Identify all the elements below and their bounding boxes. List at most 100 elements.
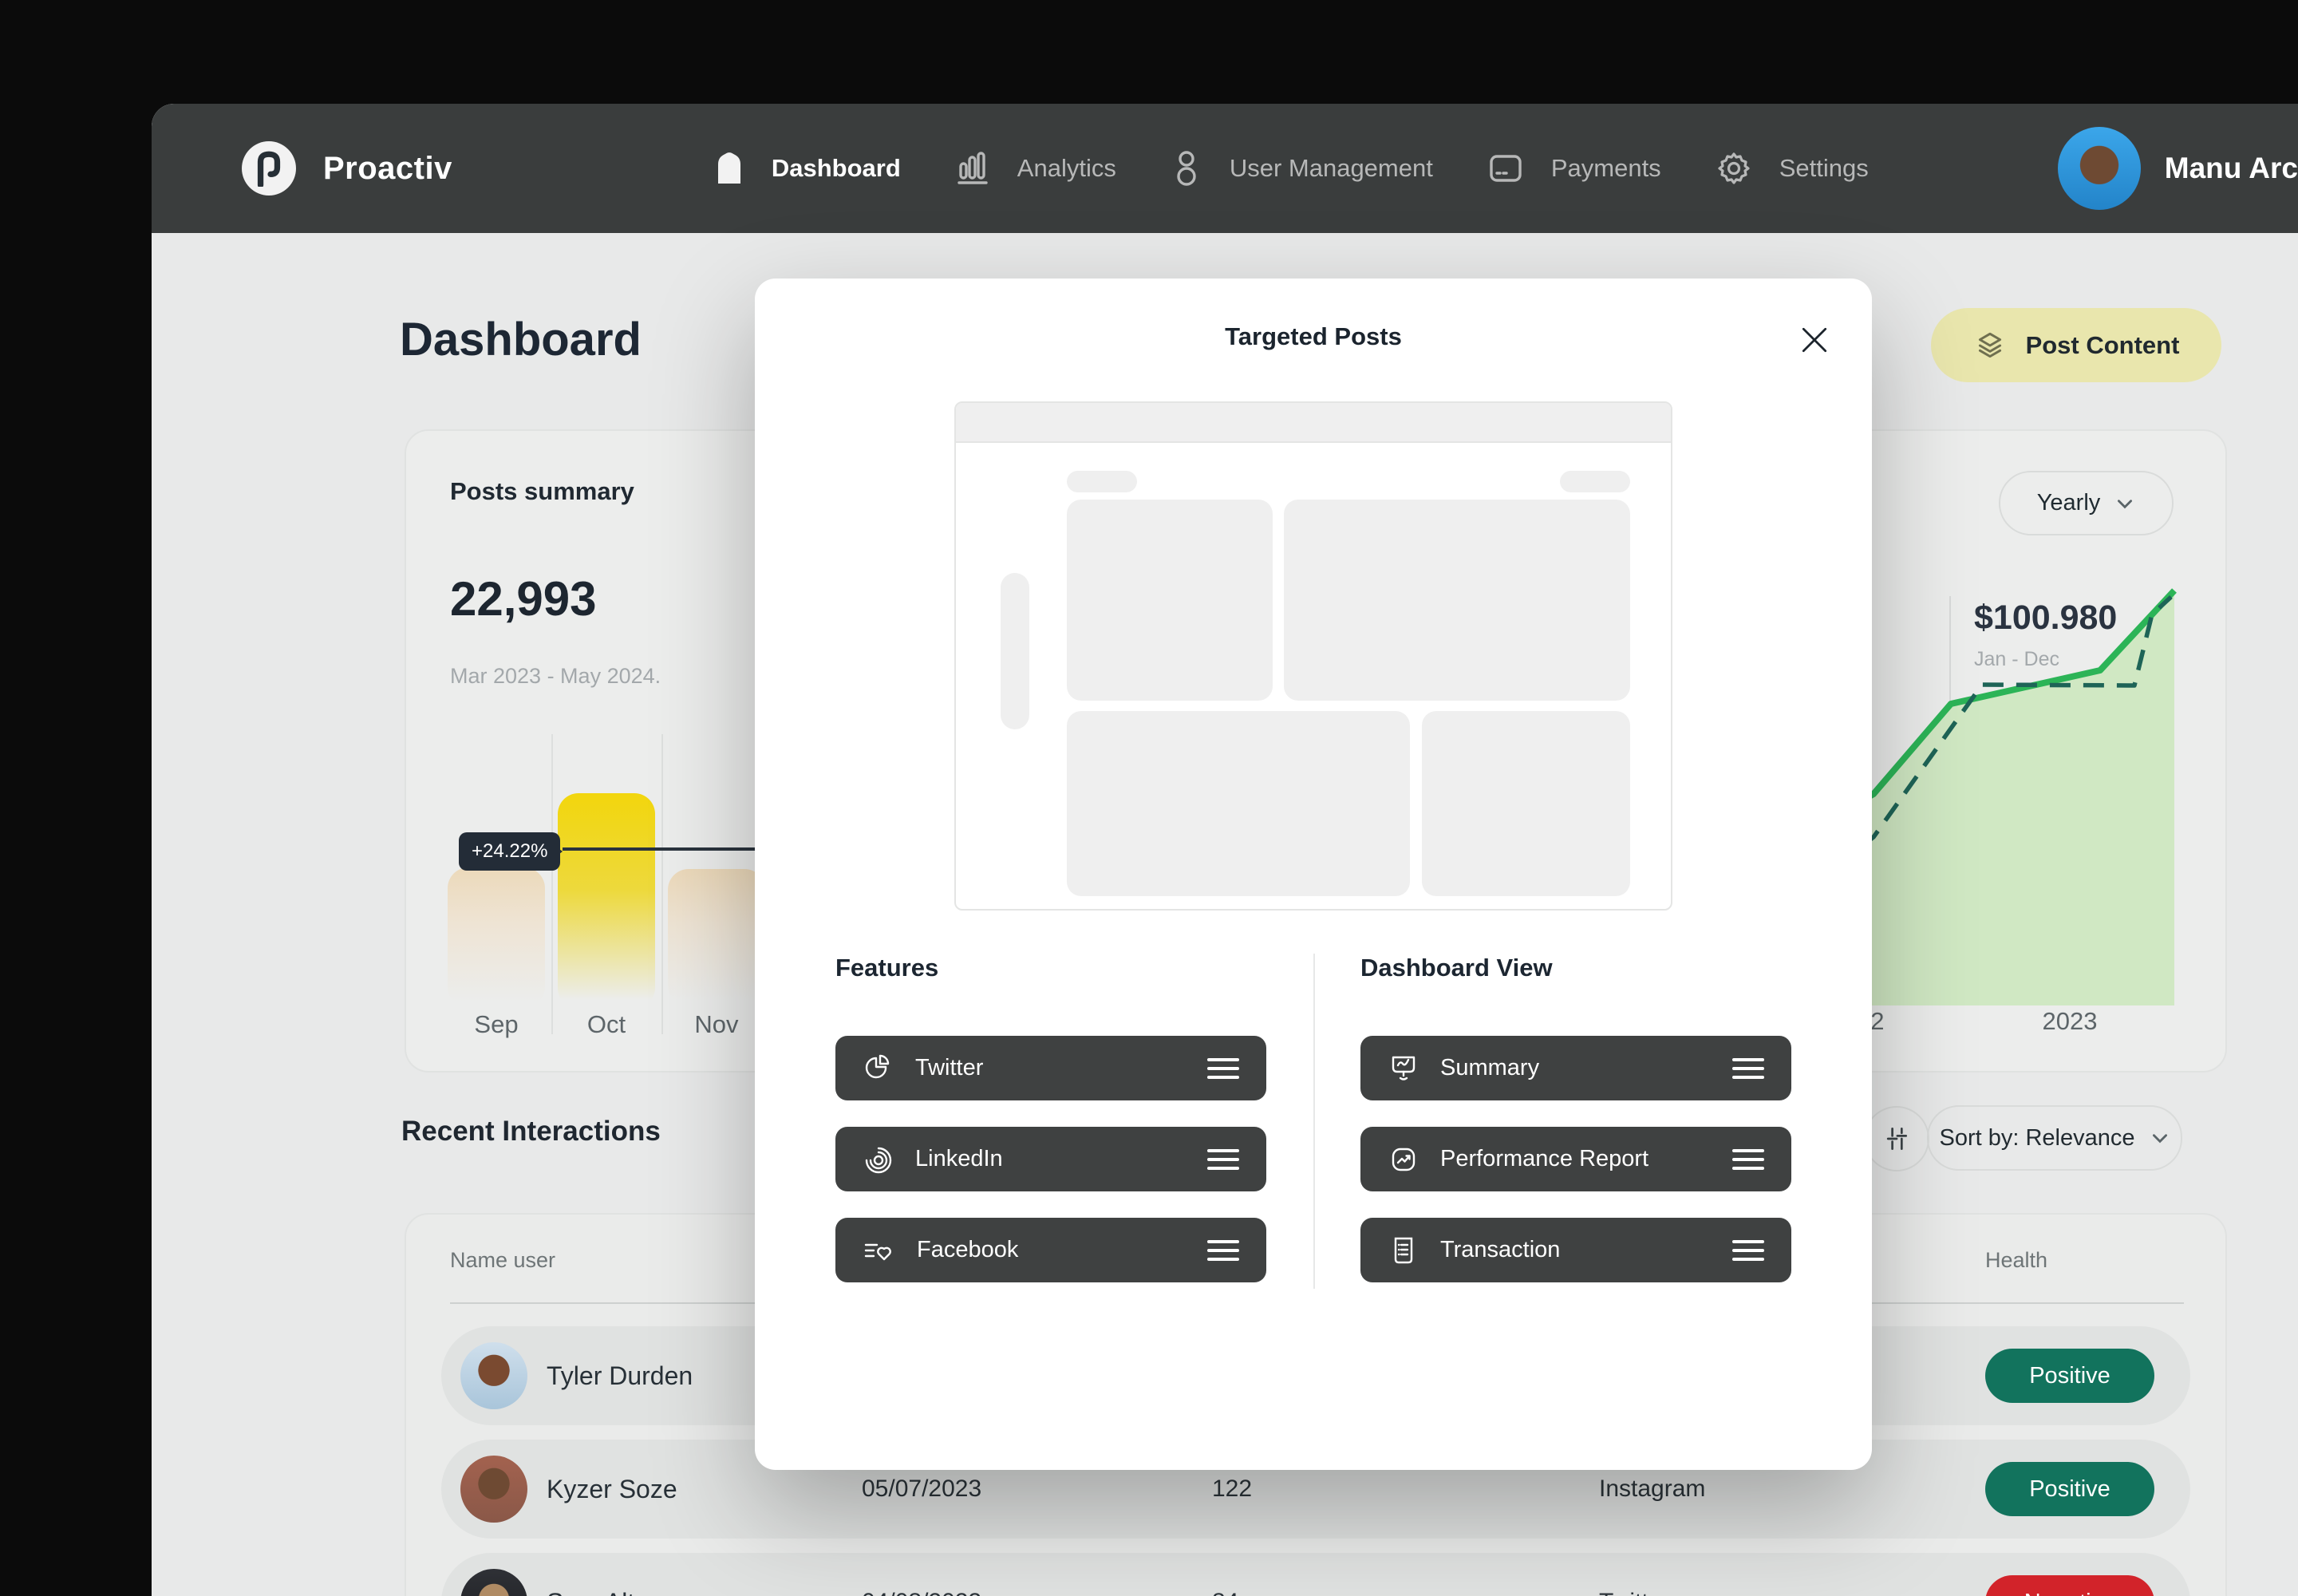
list-heart-icon [863,1235,896,1266]
preview-panel [1067,711,1410,896]
bar-chart-icon [957,151,989,186]
drag-item-label: Facebook [917,1237,1018,1263]
gear-icon [1717,152,1751,185]
column-divider [1313,954,1315,1289]
post-content-button[interactable]: Post Content [1931,308,2221,382]
features-title: Features [835,954,938,982]
row-date: 04/08/2023 [862,1589,981,1596]
nav-label: Dashboard [772,154,901,183]
trend-icon [1388,1144,1419,1175]
chart-gridline [661,734,663,1034]
nav-item-payments[interactable]: Payments [1489,154,1661,183]
row-name: Sam Altman [547,1588,685,1596]
page-title: Dashboard [400,313,642,366]
revenue-range: Jan - Dec [1974,648,2059,671]
home-icon [716,152,743,185]
chart-gridline [551,734,553,1034]
view-item-summary[interactable]: Summary [1360,1036,1791,1100]
preview-sidebar [1001,573,1029,729]
posts-summary-title: Posts summary [450,477,634,506]
bar-oct[interactable] [558,793,655,1009]
spiral-icon [863,1144,894,1175]
presentation-icon [1388,1053,1419,1084]
brand-name: Proactiv [323,151,452,187]
chart-tooltip: +24.22% [459,832,560,871]
row-name: Tyler Durden [547,1361,693,1391]
health-badge: Positive [1985,1462,2154,1516]
logo-glyph-icon [254,150,284,187]
avatar [460,1342,527,1409]
pie-chart-icon [863,1053,894,1084]
posts-summary-range: Mar 2023 - May 2024. [450,664,661,689]
proactiv-logo [242,141,296,196]
bar-nov[interactable] [668,869,765,1006]
preview-header-bar [956,403,1671,443]
nav-item-analytics[interactable]: Analytics [957,151,1116,186]
table-row[interactable]: Sam Altman 04/08/2023 84 Twitter Negativ… [441,1553,2190,1596]
view-item-performance-report[interactable]: Performance Report [1360,1127,1791,1191]
row-date: 05/07/2023 [862,1476,981,1503]
row-views: 122 [1212,1476,1252,1503]
drag-handle-icon[interactable] [1732,1240,1764,1261]
sort-value: Sort by: Relevance [1939,1125,2134,1152]
period-dropdown[interactable]: Yearly [1999,471,2174,535]
preview-pill [1067,471,1137,492]
revenue-amount: $100.980 [1974,598,2117,638]
drag-item-label: Twitter [915,1055,983,1081]
row-platform: Instagram [1599,1476,1705,1503]
health-badge: Negative [1985,1575,2154,1596]
nav-items: Dashboard Analytics [716,150,1869,187]
sort-dropdown[interactable]: Sort by: Relevance [1927,1105,2182,1171]
nav-item-dashboard[interactable]: Dashboard [716,152,901,185]
layers-icon [1973,329,2007,362]
row-name: Kyzer Soze [547,1475,677,1504]
modal-title: Targeted Posts [755,322,1872,351]
views-title: Dashboard View [1360,954,1553,982]
targeted-posts-modal: Targeted Posts Features Dashboard View [755,279,1872,1470]
row-platform: Twitter [1599,1589,1669,1596]
avatar [460,1456,527,1523]
drag-item-label: Transaction [1440,1237,1560,1263]
close-icon[interactable] [1797,322,1832,358]
nav-label: Analytics [1017,154,1116,183]
drag-handle-icon[interactable] [1732,1058,1764,1079]
filter-button[interactable] [1864,1106,1929,1171]
drag-item-label: LinkedIn [915,1146,1003,1172]
drag-handle-icon[interactable] [1732,1149,1764,1170]
credit-card-icon [1489,154,1522,183]
nav-item-user-management[interactable]: User Management [1172,150,1433,187]
health-badge: Positive [1985,1349,2154,1403]
user-avatar[interactable] [2058,127,2141,210]
chevron-down-icon [2150,1128,2170,1148]
dashboard-preview [954,401,1672,911]
top-navbar: Proactiv Dashboard [152,104,2298,233]
feature-item-linkedin[interactable]: LinkedIn [835,1127,1266,1191]
drag-item-label: Performance Report [1440,1146,1648,1172]
row-views: 84 [1212,1589,1238,1596]
preview-panel [1422,711,1630,896]
drag-handle-icon[interactable] [1207,1240,1239,1261]
feature-item-facebook[interactable]: Facebook [835,1218,1266,1282]
user-name: Manu Arc [2165,152,2298,185]
preview-pill [1560,471,1630,492]
sliders-icon [1882,1124,1911,1153]
column-header-health: Health [1985,1248,2047,1273]
posts-summary-value: 22,993 [450,571,597,626]
nav-user[interactable]: Manu Arc [2058,127,2298,210]
feature-item-twitter[interactable]: Twitter [835,1036,1266,1100]
bar-sep[interactable] [448,867,545,1008]
post-content-label: Post Content [2026,331,2180,360]
preview-panel [1067,500,1273,701]
avatar [460,1569,527,1596]
view-item-transaction[interactable]: Transaction [1360,1218,1791,1282]
period-value: Yearly [2037,490,2101,516]
drag-item-label: Summary [1440,1055,1539,1081]
user-icon [1172,150,1201,187]
drag-handle-icon[interactable] [1207,1149,1239,1170]
receipt-icon [1388,1235,1419,1266]
preview-panel [1284,500,1630,701]
x-label-sep: Sep [441,1010,551,1039]
x-label-2023: 2023 [2010,1007,2130,1036]
nav-item-settings[interactable]: Settings [1717,152,1869,185]
drag-handle-icon[interactable] [1207,1058,1239,1079]
